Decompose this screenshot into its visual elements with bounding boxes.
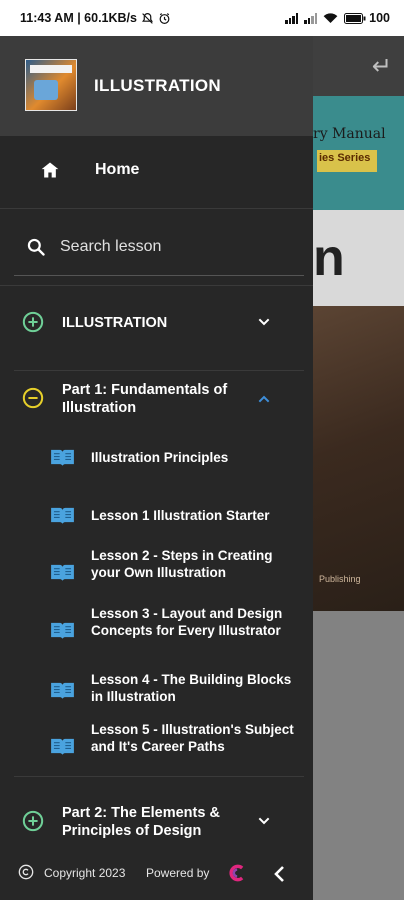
- publisher-fragment: Publishing: [319, 574, 361, 584]
- home-label: Home: [95, 161, 140, 178]
- group-part-2[interactable]: Part 2: The Elements & Principles of Des…: [0, 798, 313, 844]
- group-label: ILLUSTRATION: [62, 315, 168, 331]
- lesson-label: Lesson 3 - Layout and Design Concepts fo…: [91, 606, 283, 638]
- nav-item-home[interactable]: Home: [0, 136, 313, 208]
- divider: [14, 370, 304, 371]
- search-icon: [27, 238, 45, 256]
- book-open-icon: [51, 622, 74, 640]
- background-app-bar: ↵: [313, 36, 404, 96]
- wifi-icon: [323, 13, 338, 23]
- group-label: Part 1: Fundamentals of Illustration: [62, 382, 228, 416]
- divider: [0, 208, 313, 209]
- book-open-icon: [51, 507, 74, 525]
- background-banner: ry Manual ies Series: [313, 96, 404, 210]
- status-bar: 11:43 AM | 60.1KB/s 100: [0, 0, 404, 36]
- drawer-header: ILLUSTRATION: [0, 36, 313, 136]
- app-logo: [25, 59, 77, 111]
- group-label: Part 2: The Elements & Principles of Des…: [62, 805, 220, 839]
- chevron-down-icon: [258, 817, 270, 825]
- back-arrow-icon: ↵: [371, 53, 392, 80]
- lesson-item[interactable]: Lesson 2 - Steps in Creating your Own Il…: [0, 544, 313, 600]
- chevron-up-icon: [258, 395, 270, 403]
- background-page: ↵ ry Manual ies Series n Publishing: [313, 36, 404, 900]
- group-illustration[interactable]: ILLUSTRATION: [0, 296, 313, 348]
- brand-logo-icon[interactable]: [228, 863, 248, 883]
- plus-circle-icon: [22, 311, 44, 333]
- lesson-item[interactable]: Lesson 1 Illustration Starter: [0, 494, 313, 538]
- search-bar: [14, 222, 304, 276]
- divider: [0, 285, 313, 286]
- home-icon: [41, 162, 59, 178]
- lesson-label: Illustration Principles: [91, 450, 229, 465]
- lesson-item[interactable]: Lesson 3 - Layout and Design Concepts fo…: [0, 602, 313, 658]
- book-open-icon: [51, 564, 74, 582]
- lesson-label: Lesson 5 - Illustration's Subject and It…: [91, 722, 294, 754]
- book-open-icon: [51, 682, 74, 700]
- banner-series: ies Series: [317, 150, 377, 172]
- lesson-label: Lesson 4 - The Building Blocks in Illust…: [91, 672, 292, 704]
- book-open-icon: [51, 449, 74, 467]
- banner-text: ry Manual: [313, 126, 386, 142]
- divider: [14, 776, 304, 777]
- app-title: ILLUSTRATION: [94, 76, 221, 95]
- battery-level: 100: [369, 11, 390, 25]
- background-photo: [313, 306, 404, 611]
- copyright-icon: [18, 864, 34, 880]
- alarm-icon: [159, 12, 170, 24]
- lesson-item[interactable]: Lesson 4 - The Building Blocks in Illust…: [0, 668, 313, 712]
- signal-2-icon: [304, 12, 318, 24]
- background-title: n: [313, 210, 404, 306]
- powered-by-text: Powered by: [146, 866, 210, 880]
- navigation-drawer: ILLUSTRATION Home ILLUSTRATION Part 1: F…: [0, 36, 313, 900]
- lesson-item[interactable]: Illustration Principles: [0, 436, 313, 480]
- lesson-label: Lesson 2 - Steps in Creating your Own Il…: [91, 548, 273, 580]
- minus-circle-icon: [22, 387, 44, 409]
- search-input[interactable]: [60, 234, 290, 260]
- background-lower: [313, 611, 404, 900]
- chevron-left-icon[interactable]: [268, 862, 292, 886]
- lesson-item[interactable]: Lesson 5 - Illustration's Subject and It…: [0, 718, 313, 774]
- drawer-footer: Copyright 2023 Powered by: [0, 852, 313, 900]
- plus-circle-icon: [22, 810, 44, 832]
- signal-icon: [285, 12, 299, 24]
- title-fragment: n: [313, 229, 345, 287]
- book-open-icon: [51, 738, 74, 756]
- chevron-down-icon: [258, 318, 270, 326]
- battery-indicator: 100: [344, 11, 390, 25]
- lesson-label: Lesson 1 Illustration Starter: [91, 508, 270, 523]
- status-time-speed: 11:43 AM | 60.1KB/s: [20, 11, 137, 25]
- group-part-1[interactable]: Part 1: Fundamentals of Illustration: [0, 372, 313, 426]
- mute-icon: [142, 12, 153, 24]
- copyright-text: Copyright 2023: [44, 866, 126, 880]
- battery-icon: [344, 12, 366, 24]
